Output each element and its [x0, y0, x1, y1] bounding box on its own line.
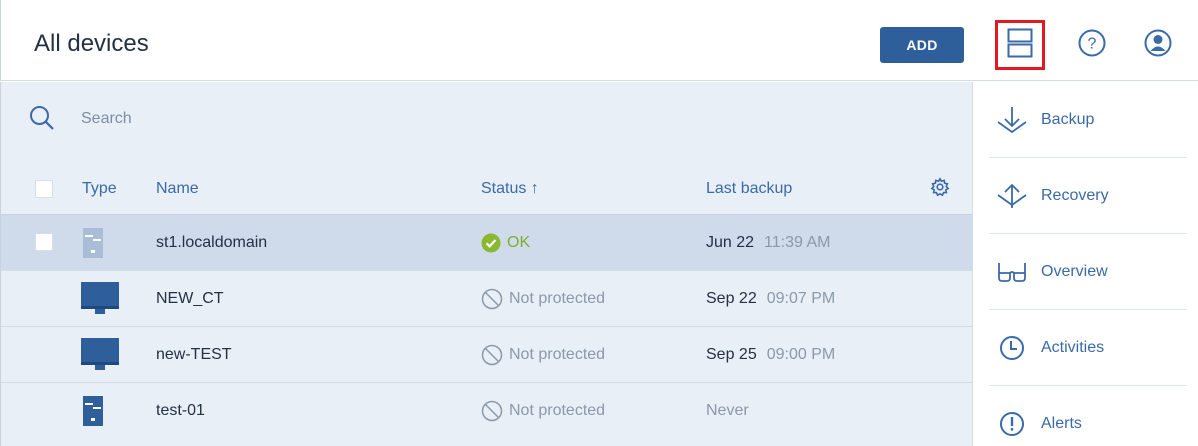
last-backup: Jun 22 11:39 AM [706, 215, 830, 271]
ok-check-icon [481, 233, 501, 253]
sidebar-item-label: Recovery [1041, 186, 1109, 204]
monitor-icon [81, 327, 119, 383]
backup-time: 09:00 PM [766, 346, 836, 363]
search-input[interactable] [81, 108, 481, 130]
column-type[interactable]: Type [82, 164, 117, 214]
device-name[interactable]: NEW_CT [156, 271, 224, 327]
glasses-icon [995, 257, 1029, 287]
svg-text:?: ? [1088, 35, 1097, 52]
table-row[interactable]: NEW_CT Not protected Sep 22 09:07 PM [1, 270, 973, 326]
not-protected-icon [481, 288, 503, 310]
table-row[interactable]: new-TEST Not protected Sep 25 09:00 PM [1, 326, 973, 382]
page-title: All devices [34, 30, 149, 57]
split-view-icon [1007, 28, 1033, 63]
backup-time: 11:39 AM [764, 234, 831, 251]
last-backup: Sep 22 09:07 PM [706, 271, 835, 327]
search-bar [1, 82, 973, 154]
table-row[interactable]: test-01 Not protected Never [1, 382, 973, 438]
sidebar-item-label: Overview [1041, 262, 1108, 280]
search-icon[interactable] [29, 105, 55, 136]
not-protected-icon [481, 400, 503, 422]
recovery-icon [995, 181, 1029, 211]
sidebar-item-activities[interactable]: Activities [989, 310, 1187, 386]
backup-date: Jun 22 [706, 234, 755, 251]
last-backup: Sep 25 09:00 PM [706, 327, 835, 383]
sidebar-item-label: Activities [1041, 338, 1105, 356]
clock-icon [995, 333, 1029, 363]
device-status: Not protected [481, 271, 605, 327]
device-name[interactable]: test-01 [156, 383, 205, 439]
row-checkbox[interactable] [35, 233, 53, 251]
status-text: OK [507, 234, 531, 251]
column-settings-button[interactable] [930, 164, 950, 214]
help-icon: ? [1077, 28, 1107, 63]
sidebar-item-label: Alerts [1041, 415, 1082, 432]
status-text: Not protected [509, 290, 606, 307]
account-button[interactable] [1140, 27, 1176, 63]
layout-toggle-button[interactable] [995, 20, 1045, 70]
device-status: Not protected [481, 383, 605, 439]
gear-icon [930, 176, 950, 202]
server-icon [83, 383, 103, 439]
help-button[interactable]: ? [1074, 27, 1110, 63]
not-protected-icon [481, 344, 503, 366]
backup-date: Never [706, 402, 749, 419]
select-all-checkbox[interactable] [35, 180, 53, 198]
header-bar: All devices ADD ? [0, 0, 1198, 81]
sidebar-item-recovery[interactable]: Recovery [989, 158, 1187, 234]
device-name[interactable]: new-TEST [156, 327, 232, 383]
sidebar-item-overview[interactable]: Overview [989, 234, 1187, 310]
column-status[interactable]: Status ↑ [481, 164, 539, 214]
backup-date: Sep 22 [706, 290, 757, 307]
column-last-backup[interactable]: Last backup [706, 164, 792, 214]
status-text: Not protected [509, 346, 606, 363]
status-text: Not protected [509, 402, 606, 419]
sidebar-item-label: Backup [1041, 110, 1095, 128]
backup-date: Sep 25 [706, 346, 757, 363]
column-name[interactable]: Name [156, 164, 199, 214]
table-header: Type Name Status ↑ Last backup [1, 164, 973, 214]
sidebar-item-alerts[interactable]: Alerts [989, 386, 1187, 446]
alert-icon [995, 409, 1029, 439]
monitor-icon [81, 271, 119, 327]
backup-time: 09:07 PM [766, 290, 836, 307]
device-status: OK [481, 215, 530, 271]
devices-panel: Type Name Status ↑ Last backup [0, 82, 973, 446]
device-name[interactable]: st1.localdomain [156, 215, 267, 271]
sidebar-item-backup[interactable]: Backup [989, 82, 1187, 158]
table-row[interactable]: st1.localdomain OK Jun 22 11:39 AM [1, 214, 973, 270]
user-icon [1143, 28, 1173, 63]
devices-table: st1.localdomain OK Jun 22 11:39 AM NEW_C… [1, 214, 973, 438]
backup-icon [995, 105, 1029, 135]
device-status: Not protected [481, 327, 605, 383]
last-backup: Never [706, 383, 749, 439]
actions-sidebar: Backup Recovery Overview Activities Aler… [972, 82, 1198, 446]
add-button[interactable]: ADD [880, 27, 964, 63]
server-icon [83, 215, 103, 271]
